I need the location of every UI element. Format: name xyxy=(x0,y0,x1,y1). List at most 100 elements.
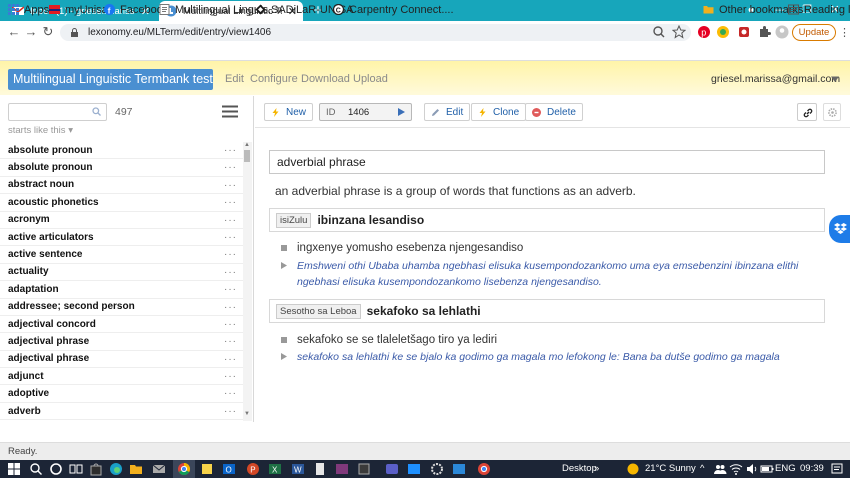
entry-menu-icon[interactable]: ··· xyxy=(224,388,237,399)
task-view-icon[interactable] xyxy=(69,462,83,476)
entry-menu-icon[interactable]: ··· xyxy=(224,406,237,417)
new-button[interactable]: New xyxy=(264,103,314,121)
task-view-icon[interactable] xyxy=(49,462,63,476)
id-value[interactable]: 1406 xyxy=(348,107,369,118)
sidebar-scrollbar[interactable] xyxy=(243,142,252,421)
entry-menu-icon[interactable]: ··· xyxy=(224,145,237,156)
entry-menu-icon[interactable]: ··· xyxy=(224,319,237,330)
file-explorer-icon[interactable] xyxy=(129,462,143,476)
back-icon[interactable]: ← xyxy=(5,23,23,41)
list-item[interactable]: adjectival phrase ··· xyxy=(0,333,243,351)
app-icon[interactable] xyxy=(452,462,466,476)
delete-button[interactable]: Delete xyxy=(525,103,583,121)
extensions-puzzle-icon[interactable] xyxy=(757,25,771,39)
notifications-icon[interactable] xyxy=(830,462,844,476)
reading-list[interactable]: Reading list xyxy=(788,3,850,16)
entry-menu-icon[interactable]: ··· xyxy=(224,267,237,278)
snip-tool-icon[interactable] xyxy=(357,462,371,476)
chevron-right-icon[interactable]: » xyxy=(594,463,599,474)
entry-menu-icon[interactable]: ··· xyxy=(224,180,237,191)
list-item[interactable]: acoustic phonetics ··· xyxy=(0,194,243,212)
tray-chevron-up-icon[interactable]: ^ xyxy=(700,463,704,474)
people-icon[interactable] xyxy=(713,462,727,476)
entry-menu-icon[interactable]: ··· xyxy=(224,232,237,243)
settings-app-icon[interactable] xyxy=(430,462,444,476)
list-item[interactable]: adjectival concord ··· xyxy=(0,316,243,334)
search-icon[interactable] xyxy=(92,107,101,116)
entry-menu-icon[interactable]: ··· xyxy=(224,215,237,226)
scroll-up-icon[interactable]: ▲ xyxy=(244,142,250,148)
profile-avatar-icon[interactable] xyxy=(775,25,789,39)
mail-icon[interactable] xyxy=(152,462,166,476)
desktop-toolbar-label[interactable]: Desktop xyxy=(562,463,597,474)
nav-download[interactable]: Download xyxy=(301,73,350,85)
windows-start-icon[interactable] xyxy=(7,462,21,476)
bookmark-apps[interactable]: Apps xyxy=(8,3,49,16)
entry-menu-icon[interactable]: ··· xyxy=(224,197,237,208)
list-item[interactable]: absolute pronoun ··· xyxy=(0,142,243,160)
list-item[interactable]: absolute pronoun ··· xyxy=(0,159,243,177)
pinterest-icon[interactable]: p xyxy=(697,25,711,39)
clone-button[interactable]: Clone xyxy=(471,103,527,121)
browser-menu-icon[interactable]: ⋮ xyxy=(839,26,850,39)
search-mode-dropdown[interactable]: starts like this ▾ xyxy=(8,125,73,136)
entry-menu-icon[interactable]: ··· xyxy=(224,162,237,173)
onenote-icon[interactable] xyxy=(335,462,349,476)
nav-edit[interactable]: Edit xyxy=(225,73,244,85)
permalink-button[interactable] xyxy=(797,103,817,121)
chevron-down-icon[interactable] xyxy=(831,75,839,83)
sticky-notes-icon[interactable] xyxy=(200,462,214,476)
entry-menu-icon[interactable]: ··· xyxy=(224,336,237,347)
photos-icon[interactable] xyxy=(407,462,421,476)
entry-menu-icon[interactable]: ··· xyxy=(224,371,237,382)
list-item[interactable]: active articulators ··· xyxy=(0,229,243,247)
list-item[interactable]: abstract noun ··· xyxy=(0,177,243,195)
word-icon[interactable]: W xyxy=(291,462,305,476)
nav-configure[interactable]: Configure xyxy=(250,73,298,85)
search-icon[interactable] xyxy=(29,462,43,476)
forward-icon[interactable]: → xyxy=(22,23,40,41)
chrome-icon[interactable] xyxy=(477,462,491,476)
search-icon[interactable] xyxy=(652,25,666,39)
excel-icon[interactable]: X xyxy=(268,462,282,476)
extension-record-icon[interactable] xyxy=(737,25,751,39)
address-bar[interactable]: lexonomy.eu/MLTerm/edit/entry/view1406 xyxy=(60,24,691,41)
list-item[interactable]: adverb ··· xyxy=(0,403,243,421)
hamburger-menu-icon[interactable] xyxy=(222,105,238,118)
clock[interactable]: 09:39 xyxy=(800,463,824,474)
bookmark-myunisa[interactable]: myUnisa xyxy=(49,3,108,16)
edit-button[interactable]: Edit xyxy=(424,103,471,121)
update-button[interactable]: Update xyxy=(792,24,836,41)
edge-icon[interactable] xyxy=(109,462,123,476)
list-item[interactable]: addressee; second person ··· xyxy=(0,299,243,316)
chrome-icon[interactable] xyxy=(177,462,191,476)
wifi-icon[interactable] xyxy=(729,462,743,476)
list-item[interactable]: adjunct ··· xyxy=(0,368,243,386)
next-arrow-icon[interactable] xyxy=(398,108,405,116)
volume-icon[interactable] xyxy=(745,462,759,476)
powerpoint-icon[interactable]: P xyxy=(246,462,260,476)
app-title[interactable]: Multilingual Linguistic Termbank test xyxy=(8,69,213,90)
scrollbar-thumb[interactable] xyxy=(244,150,250,162)
weather-widget[interactable]: 21°C Sunny xyxy=(645,463,696,474)
dropbox-float-button[interactable] xyxy=(829,215,850,243)
list-item[interactable]: adoptive ··· xyxy=(0,385,243,403)
scroll-down-icon[interactable]: ▼ xyxy=(244,411,250,417)
store-icon[interactable] xyxy=(89,462,103,476)
bookmark-carpentry[interactable]: C Carpentry Connect.... xyxy=(333,3,454,16)
notepad-icon[interactable] xyxy=(313,462,327,476)
outlook-icon[interactable]: O xyxy=(222,462,236,476)
list-item[interactable]: active sentence ··· xyxy=(0,246,243,264)
entry-menu-icon[interactable]: ··· xyxy=(224,354,237,365)
user-email[interactable]: griesel.marissa@gmail.com xyxy=(711,73,840,85)
bookmark-star-icon[interactable] xyxy=(672,25,686,39)
input-language[interactable]: ENG xyxy=(775,463,796,474)
battery-icon[interactable] xyxy=(760,462,774,476)
nav-upload[interactable]: Upload xyxy=(353,73,388,85)
settings-button[interactable] xyxy=(823,103,841,121)
entry-menu-icon[interactable]: ··· xyxy=(224,302,237,313)
teams-icon[interactable] xyxy=(385,462,399,476)
list-item[interactable]: adaptation ··· xyxy=(0,281,243,299)
entry-menu-icon[interactable]: ··· xyxy=(224,284,237,295)
entry-menu-icon[interactable]: ··· xyxy=(224,249,237,260)
